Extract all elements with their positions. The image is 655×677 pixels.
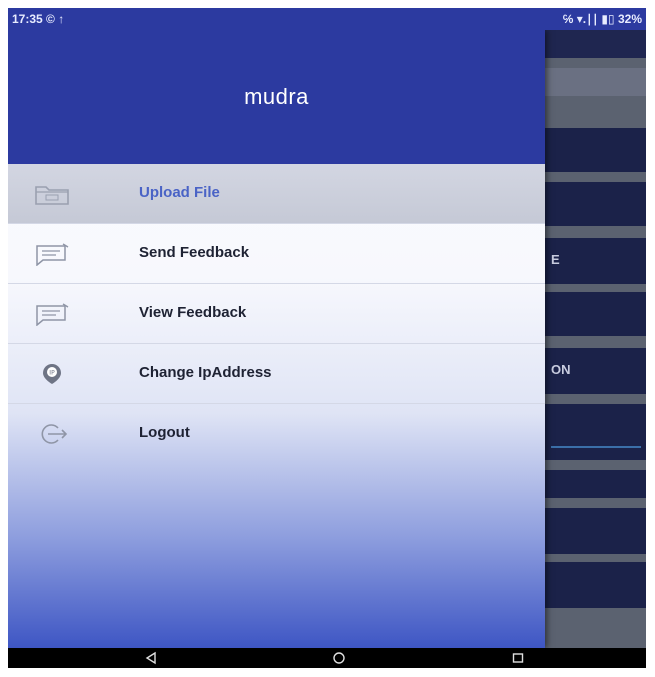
chat-feedback-icon [36, 303, 69, 326]
menu-item-send-feedback[interactable]: Send Feedback [8, 224, 545, 284]
bg-app-button[interactable]: ON [545, 348, 646, 394]
bg-app-row [545, 470, 646, 498]
menu-item-upload-file[interactable]: Upload File [8, 164, 545, 224]
menu-item-change-ipaddress[interactable]: IP Change IpAddress [8, 344, 545, 404]
system-navigation-bar [8, 648, 646, 668]
status-indicators: ℅ ▾.∣∣ ▮▯ 32% [562, 12, 642, 26]
bg-app-row [545, 292, 646, 336]
back-button[interactable] [136, 648, 166, 668]
menu-label-send-feedback: Send Feedback [139, 244, 250, 261]
menu-item-logout[interactable]: Logout [8, 404, 545, 464]
bg-app-button[interactable]: E [545, 238, 646, 284]
menu-label-view-feedback: View Feedback [139, 304, 247, 321]
svg-text:IP: IP [49, 370, 55, 377]
menu-item-view-feedback[interactable]: View Feedback [8, 284, 545, 344]
drawer-header: mudra [8, 30, 545, 164]
menu-label-logout: Logout [139, 424, 190, 441]
status-time: 17:35 © ↑ [12, 12, 65, 26]
menu-label-upload-file: Upload File [139, 184, 220, 201]
bg-app-toolbar [545, 30, 646, 58]
back-triangle-icon [145, 651, 156, 665]
bg-app-band [545, 68, 646, 96]
home-button[interactable] [324, 648, 354, 668]
chat-feedback-icon [36, 243, 69, 266]
home-circle-icon [333, 652, 345, 664]
app-title: mudra [244, 84, 309, 109]
folder-icon [35, 186, 69, 205]
bg-app-row [545, 508, 646, 554]
drawer-menu: Upload File Send Feedback View Feedback [8, 164, 545, 464]
bg-app-row [545, 562, 646, 608]
recents-square-icon [512, 653, 524, 663]
menu-label-change-ipaddress: Change IpAddress [139, 364, 272, 381]
ip-location-icon: IP [43, 364, 61, 384]
logout-icon [41, 424, 68, 444]
bg-app-button-label: E [551, 252, 560, 267]
phone-screen: 17:35 © ↑ ℅ ▾.∣∣ ▮▯ 32% E ON mudra Uploa… [8, 8, 646, 668]
status-bar: 17:35 © ↑ ℅ ▾.∣∣ ▮▯ 32% [8, 8, 646, 30]
bg-app-field-underline [551, 446, 641, 448]
bg-app-row [545, 182, 646, 226]
bg-app-row [545, 128, 646, 172]
bg-app-field[interactable] [545, 404, 646, 460]
navigation-drawer: mudra Upload File Send Feedback View Fee… [8, 30, 545, 648]
recents-button[interactable] [503, 648, 533, 668]
bg-app-button-label: ON [551, 362, 571, 377]
background-app: E ON [545, 30, 646, 648]
